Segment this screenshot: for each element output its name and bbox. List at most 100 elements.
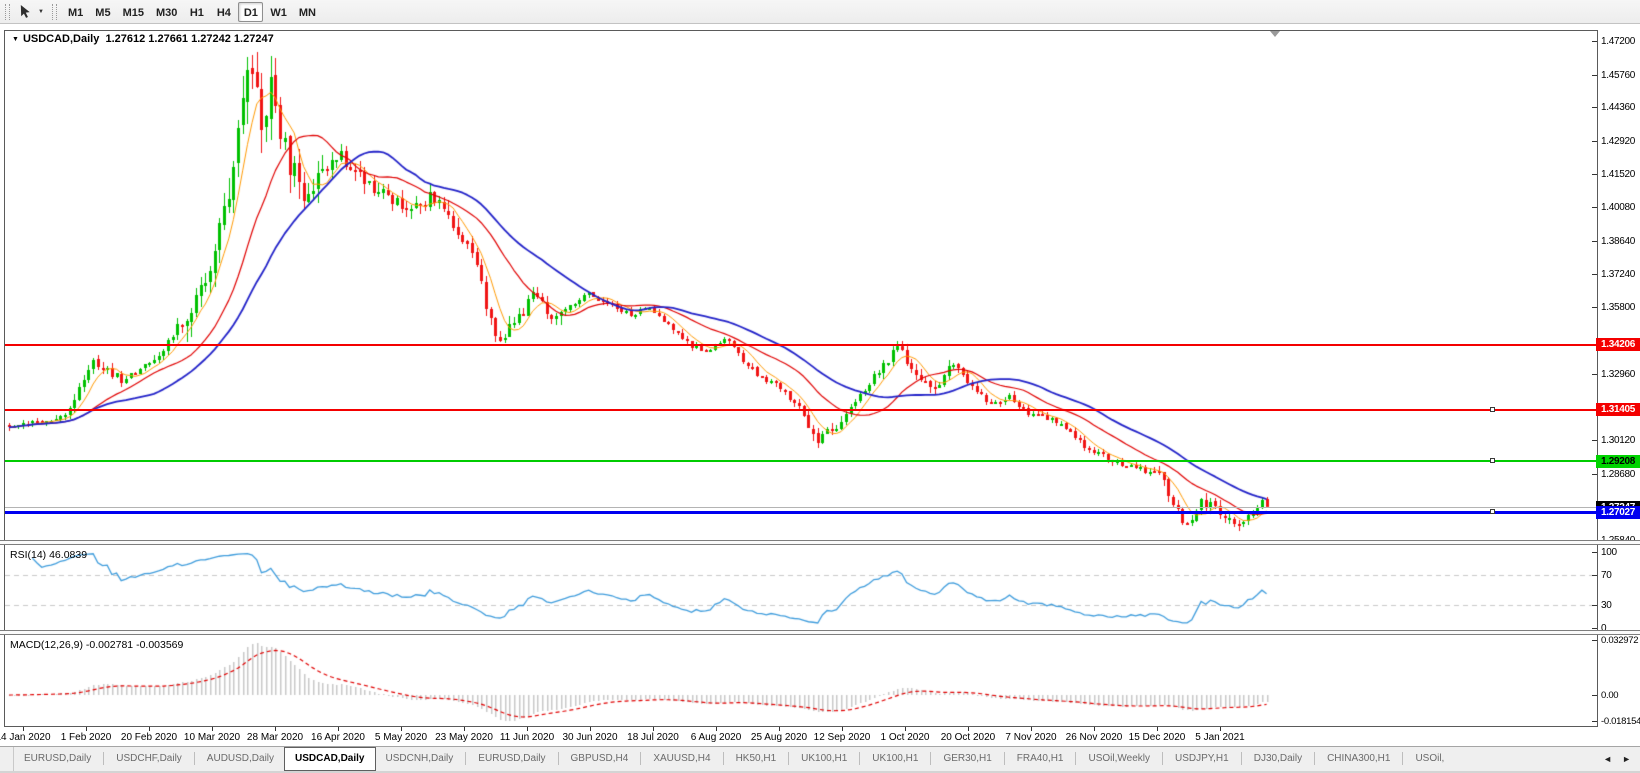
macd-axis-label: 0.00 (1601, 689, 1640, 702)
chart-shift-marker-icon (1270, 31, 1280, 37)
tab-divider (640, 752, 641, 765)
chart-tab-usoil-weekly[interactable]: USOil,Weekly (1078, 747, 1160, 771)
line-price-label: 1.29208 (1596, 455, 1640, 468)
price-axis-tick (1592, 440, 1597, 441)
tab-divider (1162, 752, 1163, 765)
macd-axis-label: 0.032972 (1601, 634, 1640, 647)
rsi-label: RSI(14) 46.0839 (10, 549, 87, 561)
macd-axis-tick (1592, 721, 1597, 722)
date-axis-tick (401, 727, 402, 731)
chart-tab-bar: EURUSD,DailyUSDCHF,DailyAUDUSD,DailyUSDC… (0, 746, 1640, 771)
price-axis-tick (1592, 207, 1597, 208)
tab-divider (788, 752, 789, 765)
tab-scroll-left-icon[interactable]: ◄ (1598, 754, 1617, 764)
line-price-label: 1.27027 (1596, 506, 1640, 519)
horizontal-line-1.29208[interactable] (5, 460, 1597, 462)
macd-axis-tick (1592, 640, 1597, 641)
date-axis-tick (968, 727, 969, 731)
macd-panel-canvas[interactable] (5, 636, 1597, 725)
timeframe-button-m5[interactable]: M5 (90, 2, 115, 22)
chart-tab-eurusd-daily[interactable]: EURUSD,Daily (14, 747, 101, 771)
timeframe-button-m30[interactable]: M30 (151, 2, 182, 22)
price-chart-canvas[interactable] (5, 31, 1597, 539)
horizontal-line-1.31405[interactable] (5, 409, 1597, 411)
rsi-axis-tick (1592, 552, 1597, 553)
line-handle[interactable] (1490, 407, 1495, 412)
price-axis-label: 1.44360 (1601, 101, 1640, 114)
date-axis-tick (653, 727, 654, 731)
macd-axis-label: -0.018154 (1601, 715, 1640, 728)
chart-tab-ger30-h1[interactable]: GER30,H1 (933, 747, 1001, 771)
chart-quotes-label: 1.27612 1.27661 1.27242 1.27247 (105, 33, 273, 45)
panel-splitter[interactable] (0, 540, 1640, 545)
line-price-label: 1.31405 (1596, 403, 1640, 416)
line-price-label: 1.34206 (1596, 338, 1640, 351)
rsi-axis-tick (1592, 605, 1597, 606)
price-axis-label: 1.41520 (1601, 168, 1640, 181)
toolbar-grip[interactable] (5, 4, 10, 20)
chart-tab-uk100-h1[interactable]: UK100,H1 (862, 747, 928, 771)
line-handle[interactable] (1490, 509, 1495, 514)
timeframe-button-h4[interactable]: H4 (211, 2, 236, 22)
horizontal-line-1.27027[interactable] (5, 511, 1597, 514)
date-axis-tick (716, 727, 717, 731)
chart-tab-uk100-h1[interactable]: UK100,H1 (791, 747, 857, 771)
tab-divider (1402, 752, 1403, 765)
timeframe-button-d1[interactable]: D1 (238, 2, 263, 22)
chart-tab-usdcad-daily[interactable]: USDCAD,Daily (284, 747, 375, 771)
price-axis-label: 1.47200 (1601, 35, 1640, 48)
toolbar-dropdown-arrow-icon[interactable]: ▼ (35, 2, 47, 22)
panel-splitter[interactable] (0, 630, 1640, 635)
chart-window: ▼USDCAD,Daily 1.27612 1.27661 1.27242 1.… (0, 24, 1640, 746)
chart-tab-usdjpy-h1[interactable]: USDJPY,H1 (1165, 747, 1239, 771)
price-axis-label: 1.35800 (1601, 301, 1640, 314)
timeframe-button-bar: M1M5M15M30H1H4D1W1MN (62, 2, 322, 22)
tab-divider (103, 752, 104, 765)
timeframe-button-m1[interactable]: M1 (63, 2, 88, 22)
chart-tab-gbpusd-h4[interactable]: GBPUSD,H4 (561, 747, 639, 771)
price-axis-tick (1592, 174, 1597, 175)
tab-divider (723, 752, 724, 765)
cursor-icon (18, 4, 33, 19)
price-axis-tick (1592, 307, 1597, 308)
timeframe-button-w1[interactable]: W1 (265, 2, 292, 22)
toolbar-grip[interactable] (52, 4, 57, 20)
date-axis-tick (590, 727, 591, 731)
chart-tab-usdchf-daily[interactable]: USDCHF,Daily (106, 747, 192, 771)
line-handle[interactable] (1490, 458, 1495, 463)
tab-divider (1314, 752, 1315, 765)
tab-divider (465, 752, 466, 765)
date-axis-label[interactable]: 5 Jan 2021 (1178, 732, 1262, 743)
collapse-icon[interactable]: ▼ (12, 36, 19, 43)
price-axis-label: 1.28680 (1601, 468, 1640, 481)
price-axis-label: 1.37240 (1601, 268, 1640, 281)
timeframe-button-mn[interactable]: MN (294, 2, 321, 22)
rsi-panel-canvas[interactable] (5, 546, 1597, 629)
chart-tab-hk50-h1[interactable]: HK50,H1 (726, 747, 787, 771)
tab-divider (558, 752, 559, 765)
chart-tab-usdcnh-daily[interactable]: USDCNH,Daily (376, 747, 464, 771)
chart-tab-usoil[interactable]: USOil, (1405, 747, 1454, 771)
cursor-tool-button[interactable] (15, 2, 35, 22)
date-axis-tick (842, 727, 843, 731)
chart-tab-china300-h1[interactable]: CHINA300,H1 (1317, 747, 1400, 771)
price-axis-tick (1592, 241, 1597, 242)
date-axis-tick (1220, 727, 1221, 731)
timeframe-button-m15[interactable]: M15 (118, 2, 149, 22)
tab-scroll-right-icon[interactable]: ► (1617, 754, 1636, 764)
tab-divider (859, 752, 860, 765)
chart-tab-fra40-h1[interactable]: FRA40,H1 (1007, 747, 1074, 771)
chart-tab-dj30-daily[interactable]: DJ30,Daily (1244, 747, 1312, 771)
chart-tab-eurusd-daily[interactable]: EURUSD,Daily (468, 747, 555, 771)
macd-label: MACD(12,26,9) -0.002781 -0.003569 (10, 639, 183, 651)
price-axis-tick (1592, 474, 1597, 475)
horizontal-line-1.34206[interactable] (5, 344, 1597, 346)
tab-strip-stub (0, 747, 14, 771)
timeframe-button-h1[interactable]: H1 (184, 2, 209, 22)
tab-divider (930, 752, 931, 765)
date-axis-tick (1157, 727, 1158, 731)
chart-tab-xauusd-h4[interactable]: XAUUSD,H4 (643, 747, 720, 771)
date-axis-tick (275, 727, 276, 731)
tab-divider (194, 752, 195, 765)
chart-tab-audusd-daily[interactable]: AUDUSD,Daily (197, 747, 284, 771)
